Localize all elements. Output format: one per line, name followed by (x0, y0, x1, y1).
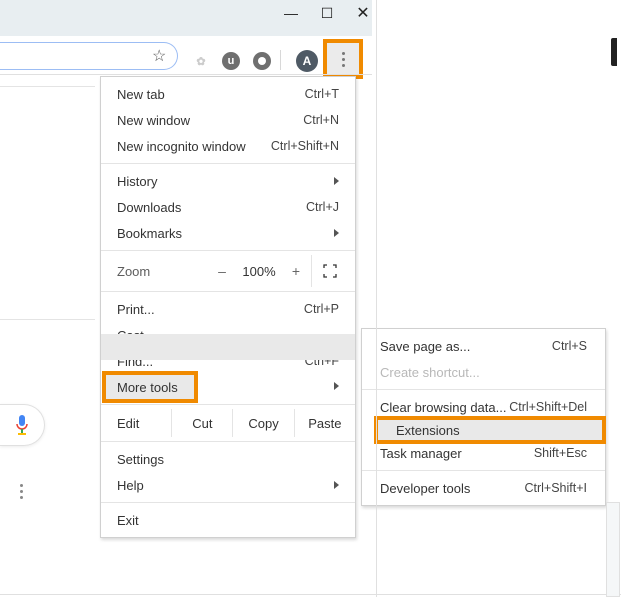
background-window-corner (606, 502, 620, 597)
menu-divider (101, 502, 355, 503)
three-dots-icon (342, 52, 345, 67)
menu-item-history[interactable]: History (101, 168, 355, 194)
window-minimize-button[interactable]: — (283, 5, 299, 21)
submenu-arrow-icon (334, 229, 339, 237)
menu-label: Developer tools (380, 481, 524, 496)
shortcut-text: Ctrl+T (305, 87, 339, 101)
edit-cut-button[interactable]: Cut (171, 409, 232, 437)
menu-divider (362, 389, 605, 390)
menu-label: History (117, 174, 334, 189)
window-maximize-button[interactable]: ☐ (319, 5, 335, 21)
microphone-icon (14, 415, 30, 435)
toolbar-separator (280, 50, 281, 70)
shortcut-text: Ctrl+Shift+Del (509, 400, 587, 414)
menu-item-more-tools[interactable]: More tools (105, 374, 195, 400)
shortcut-text: Ctrl+J (306, 200, 339, 214)
submenu-arrow-icon (334, 177, 339, 185)
menu-item-print[interactable]: Print... Ctrl+P (101, 296, 355, 322)
shortcut-text: Ctrl+Shift+I (524, 481, 587, 495)
zoom-in-button[interactable]: + (281, 263, 311, 279)
submenu-arrow-icon (334, 382, 339, 390)
shortcut-text: Ctrl+P (304, 302, 339, 316)
zoom-out-button[interactable]: – (207, 263, 237, 279)
menu-label: Clear browsing data... (380, 400, 509, 415)
zoom-label: Zoom (117, 264, 207, 279)
browser-edge (376, 0, 377, 597)
menu-item-exit[interactable]: Exit (101, 507, 355, 533)
menu-label: Print... (117, 302, 304, 317)
menu-label: Extensions (396, 423, 584, 438)
shortcut-text: Ctrl+S (552, 339, 587, 353)
menu-label: New window (117, 113, 303, 128)
menu-item-new-incognito[interactable]: New incognito window Ctrl+Shift+N (101, 133, 355, 159)
fullscreen-icon (323, 264, 337, 278)
edit-label: Edit (101, 409, 171, 437)
menu-divider (101, 163, 355, 164)
toolbar-border (0, 74, 372, 75)
shortcut-text: Ctrl+Shift+N (271, 139, 339, 153)
page-divider (0, 86, 95, 87)
menu-item-downloads[interactable]: Downloads Ctrl+J (101, 194, 355, 220)
background-window-edge (611, 38, 617, 66)
submenu-arrow-icon (334, 481, 339, 489)
bookmark-star-icon[interactable]: ☆ (152, 46, 166, 66)
window-close-button[interactable]: ✕ (355, 5, 371, 21)
menu-label: Exit (117, 513, 339, 528)
submenu-item-task-manager[interactable]: Task manager Shift+Esc (362, 440, 605, 466)
menu-label: New incognito window (117, 139, 271, 154)
menu-divider (101, 291, 355, 292)
menu-label: Settings (117, 452, 339, 467)
browser-edge (0, 594, 621, 595)
menu-item-help[interactable]: Help (101, 472, 355, 498)
menu-label: New tab (117, 87, 305, 102)
more-tools-submenu: Save page as... Ctrl+S Create shortcut..… (361, 328, 606, 506)
menu-label: Task manager (380, 446, 534, 461)
submenu-item-save-page[interactable]: Save page as... Ctrl+S (362, 333, 605, 359)
menu-divider (101, 250, 355, 251)
zoom-value: 100% (237, 264, 281, 279)
shortcut-text: Ctrl+N (303, 113, 339, 127)
extension-icon-circle[interactable] (253, 52, 271, 70)
menu-item-settings[interactable]: Settings (101, 446, 355, 472)
menu-item-new-tab[interactable]: New tab Ctrl+T (101, 81, 355, 107)
fullscreen-button[interactable] (311, 255, 347, 287)
menu-label: Downloads (117, 200, 306, 215)
submenu-item-developer-tools[interactable]: Developer tools Ctrl+Shift+I (362, 475, 605, 501)
menu-label: Help (117, 478, 334, 493)
menu-divider (101, 441, 355, 442)
chrome-main-menu: New tab Ctrl+T New window Ctrl+N New inc… (100, 76, 356, 538)
menu-item-bookmarks[interactable]: Bookmarks (101, 220, 355, 246)
menu-label: Bookmarks (117, 226, 334, 241)
page-menu-button[interactable] (20, 484, 23, 499)
menu-zoom-row: Zoom – 100% + (101, 255, 355, 287)
edit-paste-button[interactable]: Paste (294, 409, 355, 437)
menu-divider (101, 404, 355, 405)
profile-avatar[interactable]: A (296, 50, 318, 72)
extension-icon-1[interactable]: ✿ (192, 52, 210, 70)
menu-label: More tools (117, 380, 179, 395)
submenu-item-create-shortcut: Create shortcut... (362, 359, 605, 385)
shortcut-text: Shift+Esc (534, 446, 587, 460)
page-divider (0, 319, 95, 320)
menu-edit-row: Edit Cut Copy Paste (101, 409, 355, 437)
edit-copy-button[interactable]: Copy (232, 409, 293, 437)
menu-label: Create shortcut... (380, 365, 587, 380)
voice-search-button[interactable] (0, 404, 45, 446)
menu-label: Save page as... (380, 339, 552, 354)
menu-item-new-window[interactable]: New window Ctrl+N (101, 107, 355, 133)
menu-divider (362, 470, 605, 471)
extension-icon-ublock[interactable]: u (222, 52, 240, 70)
chrome-menu-button[interactable] (326, 42, 360, 76)
